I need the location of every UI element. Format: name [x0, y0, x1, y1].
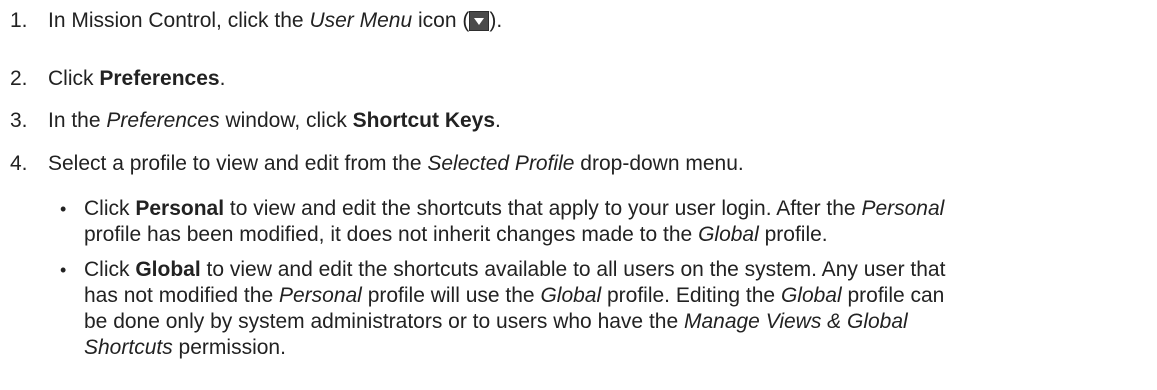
- ui-term: Manage Views & Global: [683, 310, 908, 333]
- ui-term: User Menu: [309, 9, 413, 32]
- step-text-part: ).: [489, 9, 503, 32]
- step-text-part: icon (: [412, 9, 470, 32]
- bullet-text-part: to view and edit the shortcuts available…: [200, 258, 946, 281]
- step-text-part: Click: [48, 67, 100, 90]
- bullet-line: Click Personal to view and edit the shor…: [84, 195, 944, 223]
- bullet-text-part: profile has been modified, it does not i…: [84, 223, 699, 246]
- step-text-part: drop-down menu.: [574, 152, 744, 175]
- ui-term: Shortcuts: [84, 336, 173, 359]
- ui-command: Personal: [135, 197, 225, 220]
- bullet-line: profile has been modified, it does not i…: [84, 221, 828, 249]
- step-text-part: Select a profile to view and edit from t…: [48, 152, 428, 175]
- step-text-part: .: [219, 67, 226, 90]
- ui-command: Shortcut Keys: [352, 109, 496, 132]
- bullet-marker: •: [60, 199, 67, 219]
- ui-term: Global: [780, 284, 842, 307]
- bullet-text-part: has not modified the: [84, 284, 279, 307]
- step-text-part: .: [495, 109, 501, 132]
- step-3: 3. In the Preferences window, click Shor…: [0, 107, 1150, 135]
- step-text-part: window, click: [219, 109, 353, 132]
- ui-term: Preferences: [106, 109, 220, 132]
- step-number: 1.: [10, 9, 28, 32]
- step-2: 2. Click Preferences.: [0, 65, 1150, 93]
- bullet-text-part: Click: [84, 197, 136, 220]
- bullet-text-part: be done only by system administrators or…: [84, 310, 684, 333]
- step-number: 3.: [10, 109, 28, 132]
- bullet-text-part: to view and edit the shortcuts that appl…: [224, 197, 862, 220]
- step-4: 4. Select a profile to view and edit fro…: [0, 150, 1150, 178]
- bullet-line: Click Global to view and edit the shortc…: [84, 256, 945, 284]
- step-1: 1. In Mission Control, click the User Me…: [0, 7, 1150, 35]
- bullet-text-part: profile can: [841, 284, 945, 307]
- step-text: In the Preferences window, click Shortcu…: [48, 107, 501, 135]
- ui-term: Selected Profile: [427, 152, 575, 175]
- step-text: Select a profile to view and edit from t…: [48, 150, 744, 178]
- bullet-line: has not modified the Personal profile wi…: [84, 282, 944, 310]
- bullet-line: Shortcuts permission.: [84, 334, 286, 362]
- bullet-text-part: Click: [84, 258, 136, 281]
- bullet-marker: •: [60, 260, 67, 280]
- ui-term: Personal: [861, 197, 945, 220]
- ui-term: Personal: [278, 284, 362, 307]
- step-number: 2.: [10, 67, 28, 90]
- bullet-text-part: profile. Editing the: [601, 284, 781, 307]
- bullet-line: be done only by system administrators or…: [84, 308, 908, 336]
- ui-term: Global: [698, 223, 759, 246]
- bullet-text-part: profile will use the: [361, 284, 541, 307]
- step-text-part: In the: [48, 109, 107, 132]
- ui-term: Global: [540, 284, 602, 307]
- ui-command: Preferences: [99, 67, 220, 90]
- bullet-text-part: permission.: [172, 336, 286, 359]
- ui-command: Global: [135, 258, 201, 281]
- step-text: Click Preferences.: [48, 65, 225, 93]
- step-text: In Mission Control, click the User Menu …: [48, 7, 502, 35]
- user-menu-dropdown-icon: [469, 11, 490, 31]
- bullet-text-part: profile.: [758, 223, 828, 246]
- step-text-part: In Mission Control, click the: [48, 9, 310, 32]
- step-number: 4.: [10, 152, 28, 175]
